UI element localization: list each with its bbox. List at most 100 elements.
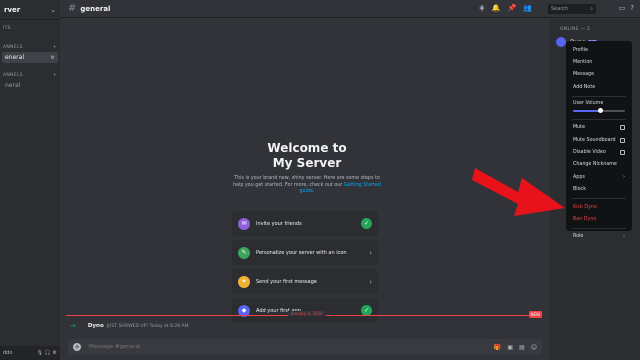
card-label: Send your first message xyxy=(256,278,317,285)
card-invite-friends[interactable]: ✉ Invite your friends ✓ xyxy=(232,211,378,236)
invite-icon: ✉ xyxy=(238,217,250,230)
checkbox[interactable] xyxy=(620,125,625,131)
channel-item-voice-general[interactable]: neral xyxy=(2,80,58,91)
menu-label: Apps xyxy=(573,174,585,180)
category-label: ANNELS xyxy=(3,45,23,50)
message-icon: ✦ xyxy=(238,275,250,288)
user-controls: 🎙 🎧 ⚙ xyxy=(37,350,57,356)
message-input[interactable] xyxy=(89,344,494,350)
headphones-icon[interactable]: 🎧 xyxy=(45,350,51,356)
gear-icon[interactable]: ⚙ xyxy=(51,55,55,61)
user-panel[interactable]: ddo 🎙 🎧 ⚙ xyxy=(0,346,60,360)
message-text: JUST SHOWED UP! Today at 8:28 AM xyxy=(106,323,189,329)
gif-icon[interactable]: ▣ xyxy=(507,344,513,351)
user-volume-slider[interactable]: User Volume xyxy=(569,99,629,117)
menu-label: Mute xyxy=(573,125,586,131)
menu-item-ban[interactable]: Ban Dyno xyxy=(569,213,629,225)
palette-icon: ✎ xyxy=(238,246,250,259)
welcome-block: Welcome to My Server This is your brand … xyxy=(232,141,382,196)
card-label: Invite your friends xyxy=(256,220,302,227)
menu-separator xyxy=(572,197,626,199)
mic-icon[interactable]: 🎙 xyxy=(37,350,43,356)
sidebar-top-item[interactable]: ITS xyxy=(0,26,60,31)
chevron-right-icon: › xyxy=(369,248,372,257)
join-arrow-icon: → xyxy=(70,322,76,330)
menu-item-role[interactable]: Role › xyxy=(569,231,629,243)
welcome-title-2: My Server xyxy=(272,156,342,170)
menu-item-apps[interactable]: Apps › xyxy=(569,171,629,183)
menu-item-profile[interactable]: Profile xyxy=(569,44,629,56)
search-placeholder: Search xyxy=(551,6,569,12)
category-text-channels[interactable]: ANNELS + xyxy=(0,45,60,50)
menu-item-mute-soundboard[interactable]: Mute Soundboard xyxy=(569,134,629,146)
server-name: rver xyxy=(4,5,21,14)
message-composer: + 🎁 ▣ ▤ ☺ xyxy=(68,339,542,355)
pin-icon[interactable]: 📌 xyxy=(508,4,517,12)
online-label: ONLINE — 2 xyxy=(560,27,591,32)
add-channel-icon[interactable]: + xyxy=(53,73,57,78)
menu-item-change-nickname[interactable]: Change Nickname xyxy=(569,159,629,171)
card-label: Personalize your server with an icon xyxy=(256,249,347,256)
members-icon[interactable]: 👥 xyxy=(523,4,532,12)
user-context-menu: Profile Mention Message Add Note User Vo… xyxy=(566,41,632,240)
menu-item-block[interactable]: Block xyxy=(569,184,629,196)
menu-separator xyxy=(572,227,626,229)
new-badge: NEW xyxy=(528,311,542,318)
menu-item-mute[interactable]: Mute xyxy=(569,122,629,134)
menu-item-mention[interactable]: Mention xyxy=(569,56,629,68)
server-header[interactable]: rver ⌄ xyxy=(0,0,60,20)
chat-main: Welcome to My Server This is your brand … xyxy=(60,19,548,360)
gift-icon[interactable]: 🎁 xyxy=(494,344,501,351)
volume-handle[interactable] xyxy=(597,107,603,113)
menu-label: Add Note xyxy=(573,84,596,90)
menu-item-message[interactable]: Message xyxy=(569,69,629,81)
hash-icon: # xyxy=(68,3,77,14)
welcome-subtitle-end: . xyxy=(312,189,315,194)
channel-item-general[interactable]: eneral ⚙ xyxy=(2,52,58,63)
menu-label: Role xyxy=(573,234,584,240)
menu-label: Ban Dyno xyxy=(573,216,597,222)
composer-icons: 🎁 ▣ ▤ ☺ xyxy=(494,344,537,351)
channel-title: general xyxy=(80,4,111,13)
menu-label: Message xyxy=(573,72,595,78)
checkbox[interactable] xyxy=(620,150,625,156)
chevron-right-icon: › xyxy=(623,233,625,240)
card-personalize[interactable]: ✎ Personalize your server with an icon › xyxy=(232,240,378,265)
card-first-message[interactable]: ✦ Send your first message › xyxy=(232,269,378,294)
check-icon: ✓ xyxy=(361,218,372,229)
sticker-icon[interactable]: ▤ xyxy=(519,344,525,351)
plus-icon[interactable]: + xyxy=(73,343,81,351)
menu-item-kick[interactable]: Kick Dyno xyxy=(569,201,629,213)
menu-label: Change Nickname xyxy=(573,162,617,168)
chevron-right-icon: › xyxy=(623,174,625,181)
topbar-right: ▭ ? xyxy=(619,4,634,12)
system-message: → Dyno JUST SHOWED UP! Today at 8:28 AM xyxy=(70,322,189,330)
threads-icon[interactable]: ⋕ xyxy=(479,4,485,12)
help-icon[interactable]: ? xyxy=(630,4,634,12)
bell-icon[interactable]: 🔔 xyxy=(492,4,501,12)
volume-track[interactable] xyxy=(573,107,625,113)
menu-label: Mention xyxy=(573,60,593,66)
checkbox[interactable] xyxy=(620,137,625,143)
sidebar-top-label: ITS xyxy=(3,26,11,31)
emoji-icon[interactable]: ☺ xyxy=(531,344,537,351)
search-icon: ⌕ xyxy=(590,6,593,12)
channel-label: neral xyxy=(5,82,21,89)
volume-label: User Volume xyxy=(573,100,604,106)
menu-label: Mute Soundboard xyxy=(573,137,616,143)
menu-separator xyxy=(572,95,626,97)
divider-date: January 4, 2024 xyxy=(288,311,326,316)
gear-icon[interactable]: ⚙ xyxy=(53,350,57,356)
welcome-subtitle: This is your brand new, shiny server. He… xyxy=(232,176,382,196)
message-author[interactable]: Dyno xyxy=(88,323,104,329)
menu-item-add-note[interactable]: Add Note xyxy=(569,81,629,93)
menu-label: Profile xyxy=(573,47,588,53)
menu-item-disable-video[interactable]: Disable Video xyxy=(569,146,629,158)
inbox-icon[interactable]: ▭ xyxy=(619,4,626,12)
category-voice-channels[interactable]: ANNELS + xyxy=(0,73,60,78)
discord-app: rver ⌄ ITS ANNELS + eneral ⚙ ANNELS + ne… xyxy=(0,0,640,360)
search-input[interactable]: Search ⌕ xyxy=(548,4,596,14)
add-channel-icon[interactable]: + xyxy=(53,45,57,50)
channel-label: eneral xyxy=(5,54,24,61)
topbar-icons: ⋕ 🔔 📌 👥 xyxy=(479,4,532,12)
